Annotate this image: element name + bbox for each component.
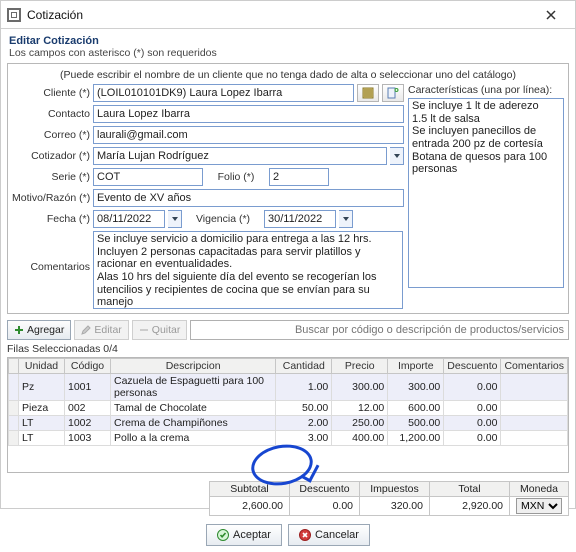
th-impuestos: Impuestos xyxy=(360,482,430,497)
caracteristicas-input[interactable] xyxy=(408,98,564,288)
col-cantidad[interactable]: Cantidad xyxy=(276,359,332,374)
cotizador-input[interactable] xyxy=(93,147,387,165)
col-codigo[interactable]: Código xyxy=(65,359,111,374)
col-descripcion[interactable]: Descripcion xyxy=(111,359,276,374)
col-importe[interactable]: Importe xyxy=(388,359,444,374)
comentarios-input[interactable] xyxy=(93,231,403,309)
col-comentarios[interactable]: Comentarios xyxy=(501,359,568,374)
quitar-button[interactable]: Quitar xyxy=(132,320,188,340)
cotizador-dropdown[interactable] xyxy=(390,147,404,165)
cliente-input[interactable] xyxy=(93,84,354,102)
table-row[interactable]: LT1002Crema de Champiñones2.00250.00500.… xyxy=(9,416,568,431)
add-client-button[interactable] xyxy=(382,84,404,102)
th-subtotal: Subtotal xyxy=(210,482,290,497)
page-subtitle: Los campos con asterisco (*) son requeri… xyxy=(9,47,569,59)
val-total: 2,920.00 xyxy=(430,497,510,516)
close-button[interactable] xyxy=(533,1,569,28)
catalog-button[interactable] xyxy=(357,84,379,102)
val-impuestos: 320.00 xyxy=(360,497,430,516)
window-title: Cotización xyxy=(27,8,83,22)
items-grid[interactable]: Unidad Código Descripcion Cantidad Preci… xyxy=(8,358,568,446)
correo-input[interactable] xyxy=(93,126,404,144)
label-folio: Folio (*) xyxy=(206,171,266,183)
cancelar-button[interactable]: Cancelar xyxy=(288,524,370,546)
label-contacto: Contacto xyxy=(12,108,90,120)
app-icon xyxy=(7,8,21,22)
serie-input[interactable] xyxy=(93,168,203,186)
client-hint: (Puede escribir el nombre de un cliente … xyxy=(12,69,564,81)
editar-button[interactable]: Editar xyxy=(74,320,128,340)
fecha-picker[interactable] xyxy=(168,210,182,228)
selection-info: Filas Seleccionadas 0/4 xyxy=(7,343,569,355)
fecha-input[interactable] xyxy=(93,210,165,228)
agregar-button[interactable]: Agregar xyxy=(7,320,71,340)
folio-input[interactable] xyxy=(269,168,329,186)
label-motivo: Motivo/Razón (*) xyxy=(12,192,90,204)
table-row[interactable]: Pieza002Tamal de Chocolate50.0012.00600.… xyxy=(9,401,568,416)
search-input[interactable] xyxy=(190,320,569,340)
th-descuento: Descuento xyxy=(290,482,360,497)
val-subtotal: 2,600.00 xyxy=(210,497,290,516)
totals-table: Subtotal Descuento Impuestos Total Moned… xyxy=(209,481,569,516)
table-row[interactable]: Pz1001Cazuela de Espaguetti para 100 per… xyxy=(9,374,568,401)
label-serie: Serie (*) xyxy=(12,171,90,183)
table-row[interactable]: LT1003Pollo a la crema3.00400.001,200.00… xyxy=(9,431,568,446)
label-cliente: Cliente (*) xyxy=(12,87,90,99)
val-descuento: 0.00 xyxy=(290,497,360,516)
label-fecha: Fecha (*) xyxy=(12,213,90,225)
th-total: Total xyxy=(430,482,510,497)
label-correo: Correo (*) xyxy=(12,129,90,141)
page-title: Editar Cotización xyxy=(9,35,569,47)
motivo-input[interactable] xyxy=(93,189,404,207)
aceptar-button[interactable]: Aceptar xyxy=(206,524,282,546)
label-comentarios: Comentarios xyxy=(12,261,90,273)
col-precio[interactable]: Precio xyxy=(332,359,388,374)
vigencia-picker[interactable] xyxy=(339,210,353,228)
label-caracteristicas: Características (una por línea): xyxy=(408,84,564,96)
moneda-select[interactable]: MXN xyxy=(516,498,562,514)
label-cotizador: Cotizador (*) xyxy=(12,150,90,162)
col-unidad[interactable]: Unidad xyxy=(19,359,65,374)
th-moneda: Moneda xyxy=(510,482,569,497)
label-vigencia: Vigencia (*) xyxy=(185,213,261,225)
contacto-input[interactable] xyxy=(93,105,404,123)
vigencia-input[interactable] xyxy=(264,210,336,228)
col-descuento[interactable]: Descuento xyxy=(444,359,501,374)
